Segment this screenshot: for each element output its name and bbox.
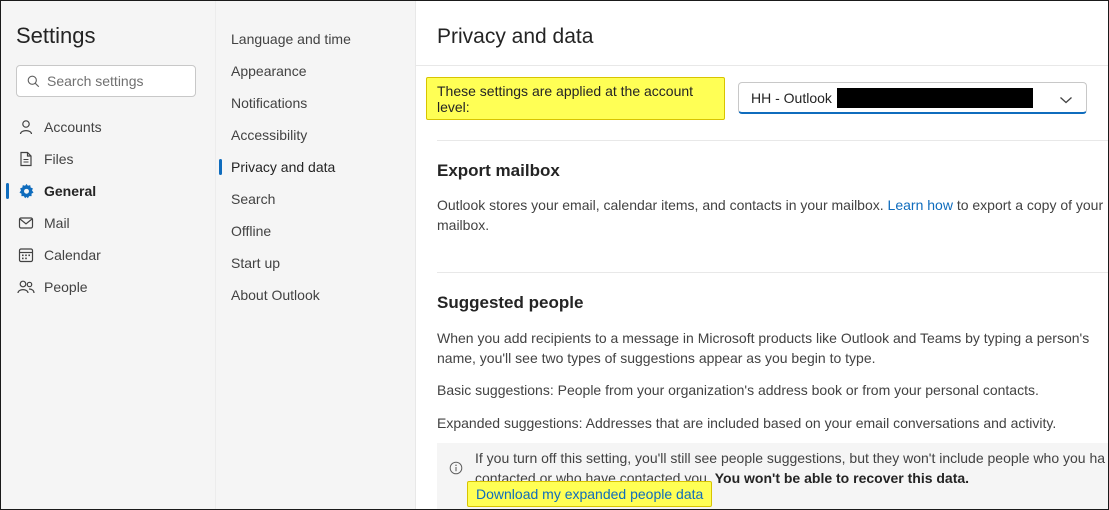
sidebar-item-label: Files [44,151,74,167]
sidebar-item-accounts[interactable]: Accounts [1,111,215,143]
suggested-intro-line2: name, you'll see two types of suggestion… [437,350,876,366]
search-settings-input[interactable] [47,73,187,89]
outlook-settings-window: Settings Accounts Files G [0,0,1109,510]
subnav-item-privacy-and-data[interactable]: Privacy and data [216,151,416,183]
export-mailbox-description: Outlook stores your email, calendar item… [437,195,1107,235]
info-warning-bold: You won't be able to recover this data. [714,470,970,486]
sidebar-item-label: People [44,279,88,295]
page-title: Privacy and data [437,25,594,48]
settings-sidebar: Settings Accounts Files G [1,1,215,509]
sidebar-item-label: Calendar [44,247,101,263]
info-line1: If you turn off this setting, you'll sti… [475,450,1106,466]
subnav-item-search[interactable]: Search [216,183,416,215]
subnav-item-offline[interactable]: Offline [216,215,416,247]
people-icon [17,278,35,296]
export-text-line2: mailbox. [437,217,490,233]
basic-suggestions-text: Basic suggestions: People from your orga… [437,382,1039,398]
privacy-and-data-panel: Privacy and data These settings are appl… [415,1,1108,509]
redacted-account-name [836,87,1033,108]
search-icon [27,75,40,87]
subnav-item-appearance[interactable]: Appearance [216,55,416,87]
search-settings-box[interactable] [16,65,196,97]
account-level-label: These settings are applied at the accoun… [426,77,725,120]
suggested-people-heading: Suggested people [437,293,584,312]
section-divider [437,140,1108,141]
general-subnav-list: Language and time Appearance Notificatio… [216,23,416,311]
calendar-icon [17,246,35,264]
chevron-down-icon [1059,92,1073,108]
subnav-item-notifications[interactable]: Notifications [216,87,416,119]
sidebar-item-label: Mail [44,215,70,231]
subnav-item-start-up[interactable]: Start up [216,247,416,279]
export-mailbox-heading: Export mailbox [437,161,560,180]
export-text-before: Outlook stores your email, calendar item… [437,197,888,213]
suggested-people-intro: When you add recipients to a message in … [437,328,1107,368]
person-icon [17,118,35,136]
sidebar-item-mail[interactable]: Mail [1,207,215,239]
settings-title: Settings [16,23,96,48]
mail-icon [17,214,35,232]
account-select-dropdown[interactable]: HH - Outlook [738,82,1087,114]
download-expanded-people-data-link[interactable]: Download my expanded people data [467,481,713,507]
sidebar-item-general[interactable]: General [1,175,215,207]
subnav-item-accessibility[interactable]: Accessibility [216,119,416,151]
subnav-item-language-and-time[interactable]: Language and time [216,23,416,55]
section-divider [437,272,1108,273]
suggested-intro-line1: When you add recipients to a message in … [437,330,1090,346]
general-subnav: Language and time Appearance Notificatio… [215,1,416,509]
sidebar-item-people[interactable]: People [1,271,215,303]
sidebar-item-calendar[interactable]: Calendar [1,239,215,271]
export-text-after: to export a copy of your [952,197,1104,213]
sidebar-item-label: General [44,183,97,199]
gear-icon [17,182,35,200]
file-icon [17,150,35,168]
settings-category-list: Accounts Files General Mail Calendar Peo… [1,111,215,303]
info-icon [449,461,463,478]
sidebar-item-label: Accounts [44,119,102,135]
learn-how-link[interactable]: Learn how [888,197,953,213]
subnav-item-about-outlook[interactable]: About Outlook [216,279,416,311]
expanded-suggestions-text: Expanded suggestions: Addresses that are… [437,415,1057,431]
title-divider [416,65,1108,66]
sidebar-item-files[interactable]: Files [1,143,215,175]
account-select-value: HH - Outlook [751,89,832,106]
